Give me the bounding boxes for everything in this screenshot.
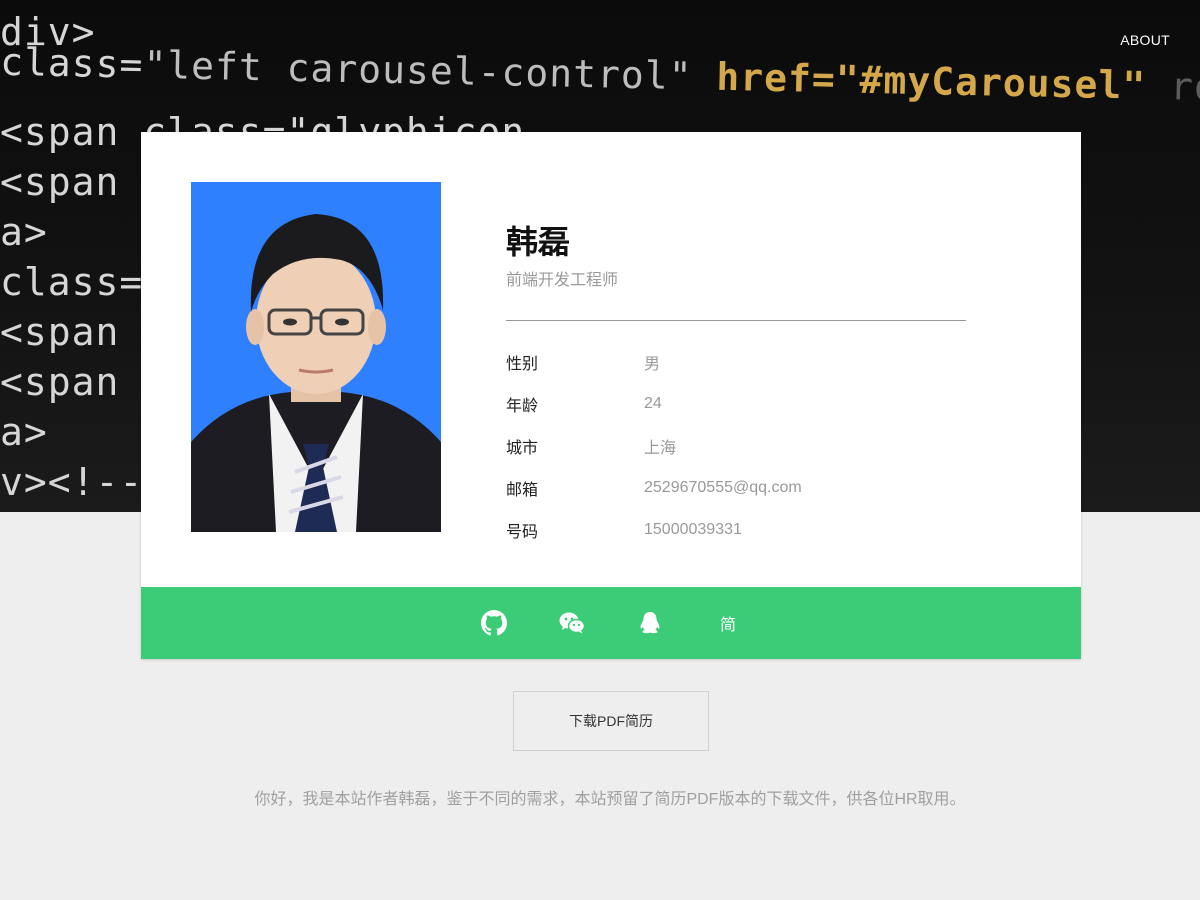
wechat-icon[interactable] [556,607,588,639]
field-value: 15000039331 [644,521,742,538]
field-value: 上海 [644,440,677,457]
profile-photo [191,182,441,532]
code-line: a> [0,410,48,454]
download-pdf-button[interactable]: 下载PDF简历 [513,691,709,751]
profile-role: 前端开发工程师 [506,272,619,289]
qq-icon[interactable] [634,607,666,639]
field-label: 城市 [506,440,539,457]
field-label: 年龄 [506,398,539,415]
code-line: class= [0,260,144,304]
resume-link[interactable]: 简 [712,607,744,639]
profile-fields: 性别 男 年龄 24 城市 上海 邮箱 2529670555@qq.com 号码… [506,341,966,551]
github-icon[interactable] [478,607,510,639]
field-value: 2529670555@qq.com [644,479,802,496]
divider [506,320,966,321]
profile-card: 韩磊 前端开发工程师 性别 男 年龄 24 城市 上海 邮箱 252967055… [141,132,1081,659]
code-line: a> [0,210,48,254]
field-value: 24 [644,395,662,412]
portrait-image [191,182,441,532]
about-link[interactable]: ABOUT [1120,32,1170,48]
field-row-city: 城市 上海 [506,425,966,467]
download-note: 你好，我是本站作者韩磊，鉴于不同的需求，本站预留了简历PDF版本的下载文件，供各… [254,791,966,808]
social-bar: 简 [141,587,1081,659]
field-row-gender: 性别 男 [506,341,966,383]
profile-info: 韩磊 前端开发工程师 性别 男 年龄 24 城市 上海 邮箱 252967055… [506,222,966,551]
field-label: 邮箱 [506,482,539,499]
field-row-phone: 号码 15000039331 [506,509,966,551]
field-row-email: 邮箱 2529670555@qq.com [506,467,966,509]
profile-name: 韩磊 [506,224,571,260]
field-label: 性别 [506,356,539,373]
field-value: 男 [644,356,661,373]
field-row-age: 年龄 24 [506,383,966,425]
field-label: 号码 [506,524,539,541]
